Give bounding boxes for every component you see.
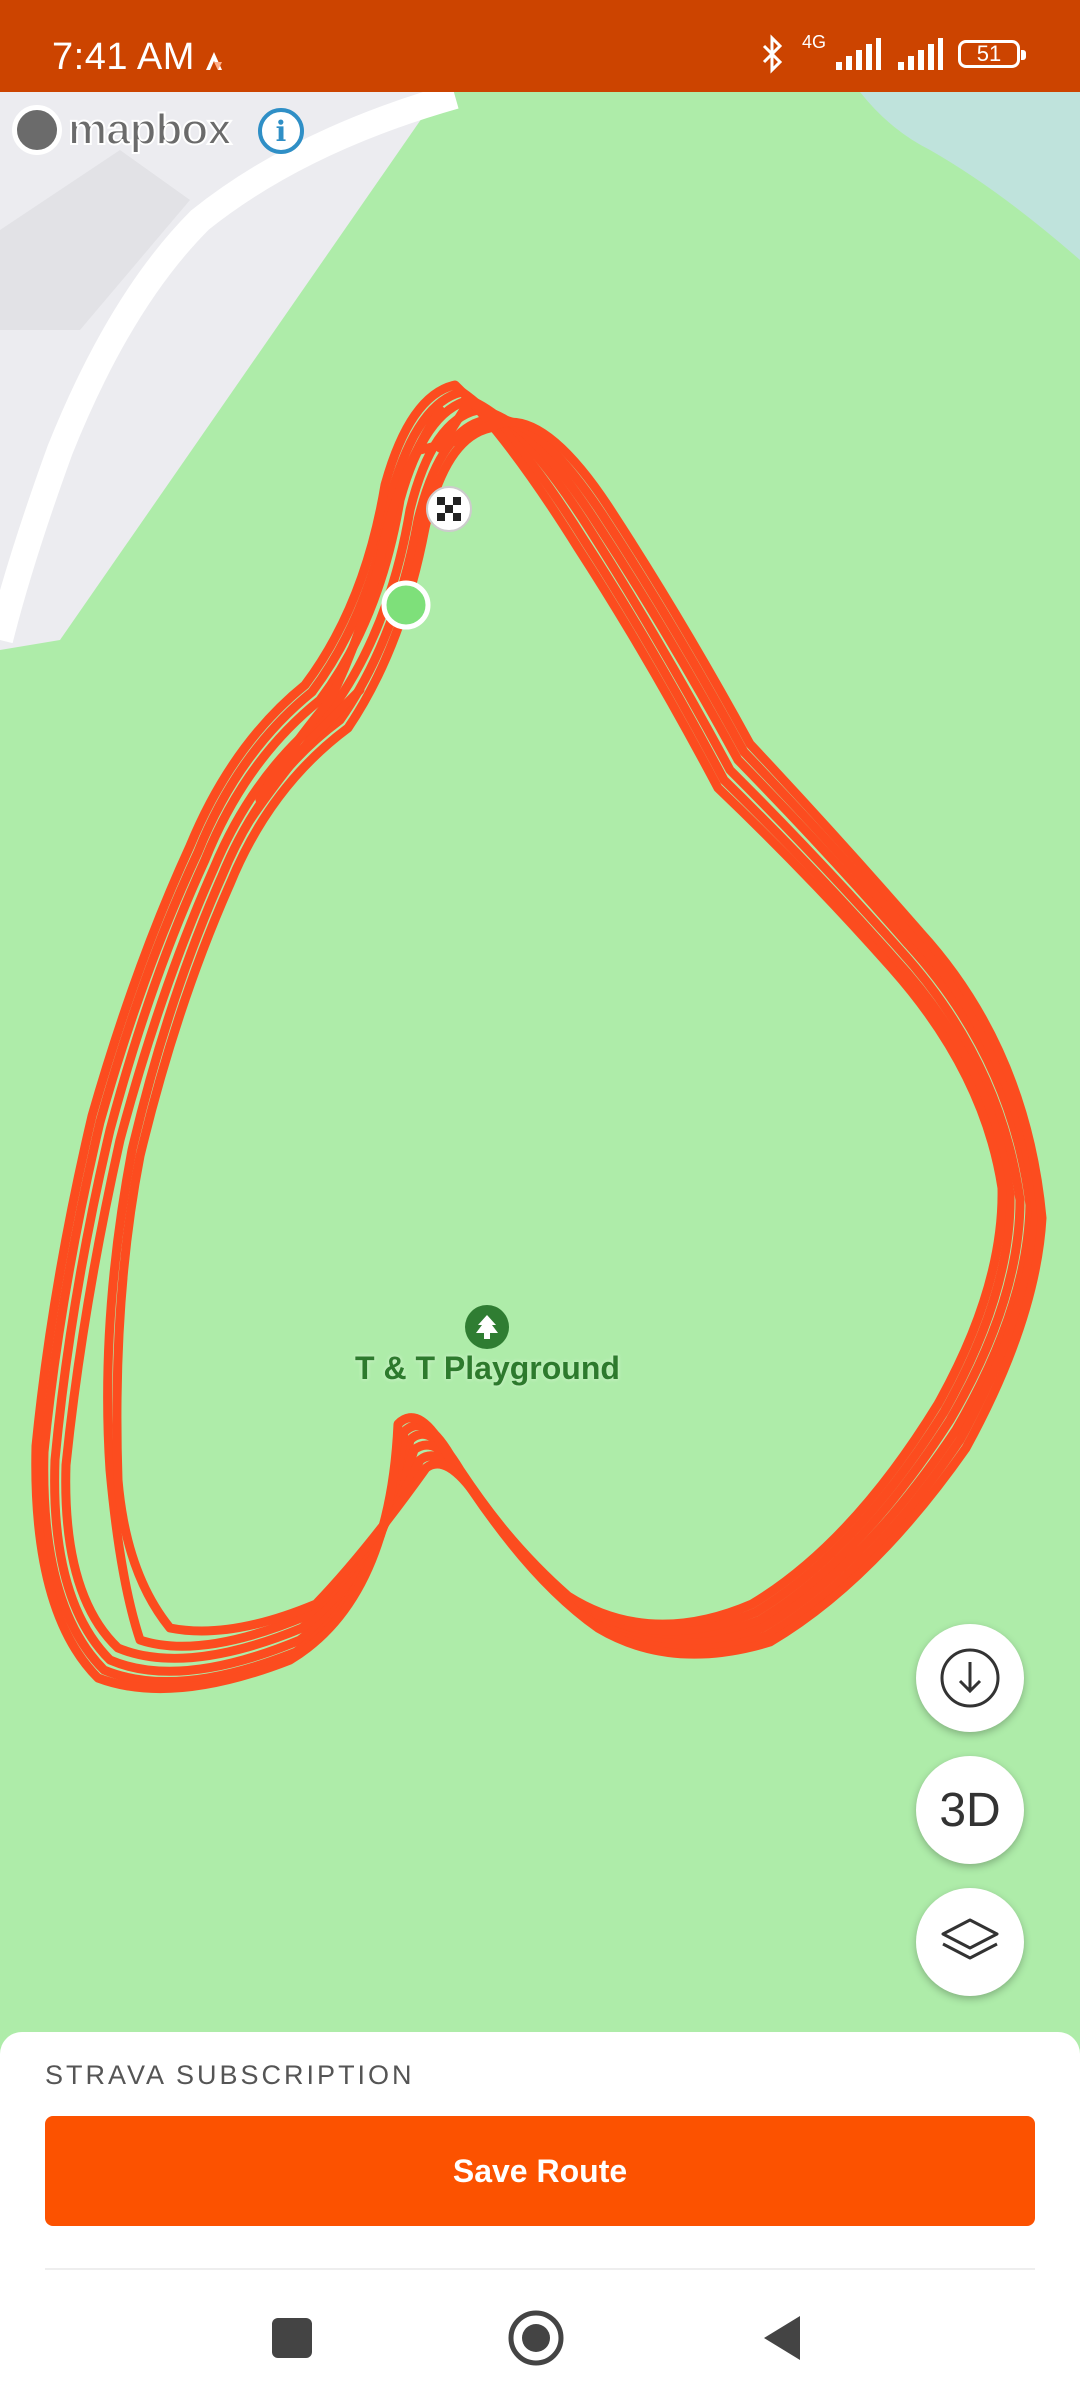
mapbox-wordmark: mapbox — [67, 104, 233, 155]
mapbox-logo: mapbox — [12, 102, 233, 158]
3d-label: 3D — [939, 1783, 1001, 1837]
route-map[interactable]: mapbox i T & T Playground 3D — [0, 92, 1080, 2032]
battery-icon: 51 — [958, 40, 1026, 68]
square-icon — [272, 2318, 312, 2358]
start-marker — [381, 580, 431, 630]
status-bar: 7:41 AM 4G 51 — [0, 0, 1080, 92]
park-tree-icon[interactable] — [465, 1305, 509, 1349]
sheet-title: STRAVA SUBSCRIPTION — [45, 2060, 415, 2090]
strava-activity-icon — [206, 52, 222, 70]
bluetooth-icon — [762, 34, 783, 74]
divider — [45, 2268, 1035, 2270]
3d-toggle-button[interactable]: 3D — [916, 1756, 1024, 1864]
system-nav-bar — [0, 2282, 1080, 2400]
download-button[interactable] — [916, 1624, 1024, 1732]
map-canvas — [0, 92, 1080, 2032]
back-triangle-icon — [764, 2316, 800, 2360]
battery-level: 51 — [976, 41, 1002, 66]
status-icons: 4G 51 — [758, 31, 1026, 74]
signal-icon-2 — [898, 38, 943, 70]
attribution-info-button[interactable]: i — [258, 108, 304, 154]
recents-button[interactable] — [262, 2308, 322, 2368]
home-circle-icon — [508, 2310, 564, 2366]
mapbox-mark-icon — [12, 105, 62, 155]
signal-icon — [836, 38, 881, 70]
home-button[interactable] — [506, 2308, 566, 2368]
download-icon — [940, 1648, 1000, 1708]
save-route-button[interactable]: Save Route — [45, 2116, 1035, 2226]
map-layers-button[interactable] — [916, 1888, 1024, 1996]
finish-marker — [426, 486, 472, 532]
network-type: 4G — [801, 31, 826, 52]
status-time: 7:41 AM — [52, 36, 195, 78]
poi-label[interactable]: T & T Playground — [300, 1350, 675, 1387]
bottom-sheet: STRAVA SUBSCRIPTION Save Route — [0, 2032, 1080, 2400]
layers-icon — [941, 1918, 999, 1960]
back-button[interactable] — [752, 2308, 812, 2368]
